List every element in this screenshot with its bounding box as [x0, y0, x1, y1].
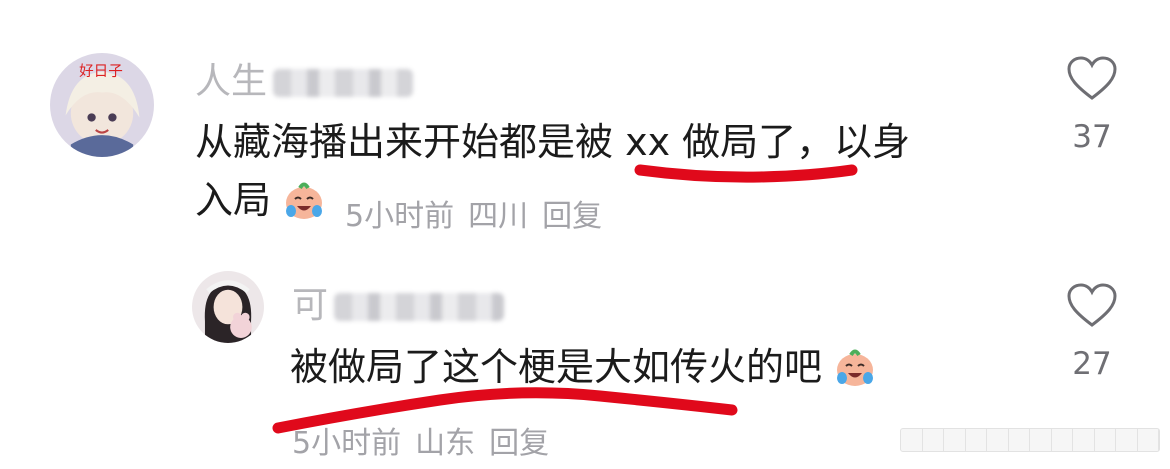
- comment-text-line-1: 被做局了这个梗是大如传火的吧: [290, 345, 823, 389]
- username-text: 可: [292, 285, 329, 326]
- heart-outline-icon: [1067, 56, 1117, 100]
- timestamp: 5小时前: [345, 199, 455, 234]
- like-count: 27: [1072, 346, 1112, 382]
- redacted-username-block: [273, 69, 414, 97]
- location: 山东: [415, 426, 476, 461]
- watermark-strip: [900, 428, 1160, 452]
- avatar[interactable]: [192, 271, 264, 343]
- timestamp: 5小时前: [292, 426, 402, 461]
- like-count: 37: [1072, 119, 1112, 155]
- redacted-username-block: [334, 293, 505, 321]
- like-button[interactable]: 37: [1052, 55, 1132, 155]
- reply-button[interactable]: 回复: [542, 199, 602, 234]
- heart-outline-icon: [1067, 283, 1117, 327]
- crying-laughing-emoji-icon: [283, 179, 325, 221]
- crying-laughing-emoji-icon: [834, 346, 876, 388]
- avatar-image-icon: 好日子: [50, 53, 154, 157]
- location: 四川: [468, 199, 529, 234]
- comment-meta: 5小时前 山东 回复: [292, 418, 563, 462]
- svg-text:好日子: 好日子: [79, 63, 123, 80]
- comment-text: 被做局了这个梗是大如传火的吧: [290, 338, 876, 396]
- comment-meta: 5小时前 四川 回复: [345, 191, 616, 235]
- like-button[interactable]: 27: [1052, 282, 1132, 382]
- username[interactable]: 可: [292, 276, 505, 328]
- username-text: 人生: [195, 61, 268, 102]
- username[interactable]: 人生: [195, 52, 414, 104]
- avatar[interactable]: 好日子: [50, 53, 154, 157]
- reply-button[interactable]: 回复: [489, 426, 549, 461]
- avatar-image-icon: [192, 271, 264, 343]
- comment-text-line-2: 入局: [195, 178, 272, 222]
- comment-text-line-1: 从藏海播出来开始都是被 xx 做局了，以身: [195, 120, 911, 164]
